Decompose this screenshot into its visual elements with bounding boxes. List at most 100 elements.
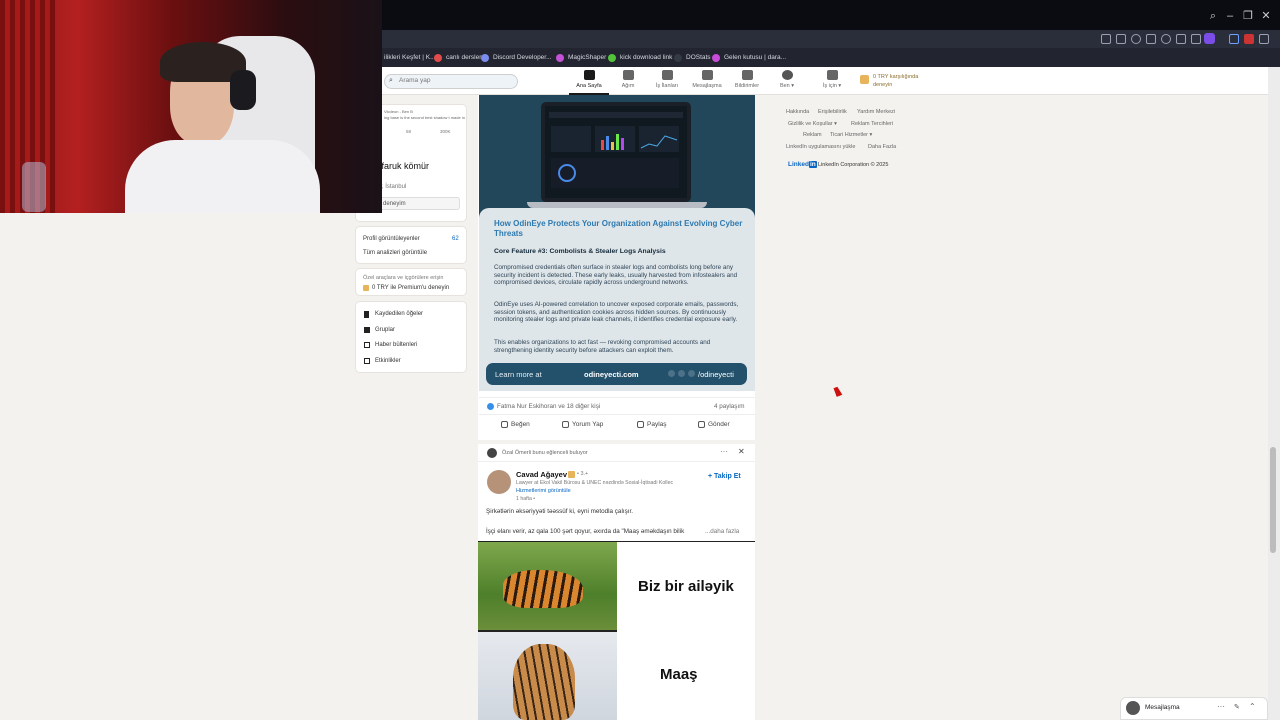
avatar-icon bbox=[781, 70, 793, 80]
bookmark-icon bbox=[364, 311, 369, 318]
compose-icon[interactable]: ✎ bbox=[1234, 703, 1240, 711]
message-icon bbox=[701, 70, 713, 80]
page-scrollbar[interactable] bbox=[1268, 67, 1280, 720]
shortcuts-card: Kaydedilen öğeler Gruplar Haber bültenle… bbox=[355, 301, 467, 373]
download-icon[interactable] bbox=[1176, 34, 1186, 44]
premium-try-link[interactable]: 0 TRY karşılığında deneyin bbox=[860, 73, 918, 89]
avatar bbox=[1126, 701, 1140, 715]
menu-icon[interactable] bbox=[1191, 34, 1201, 44]
screenshot-icon[interactable] bbox=[1101, 34, 1111, 44]
see-more-link[interactable]: ...daha fazla bbox=[705, 528, 739, 535]
saved-items-link[interactable]: Kaydedilen öğeler bbox=[375, 311, 423, 317]
nav-label: Ağım bbox=[621, 83, 635, 89]
tiger-image[interactable] bbox=[478, 542, 617, 630]
nav-notifications[interactable]: Bildirimler bbox=[727, 70, 767, 89]
camera-icon[interactable] bbox=[1116, 34, 1126, 44]
minimize-icon[interactable]: – bbox=[1223, 9, 1237, 23]
newsletter-icon bbox=[364, 342, 370, 348]
repost-button[interactable]: Paylaş bbox=[637, 421, 667, 428]
nav-messaging[interactable]: Mesajlaşma bbox=[687, 70, 727, 89]
bookmark-label: MagicShaper bbox=[568, 54, 607, 61]
send-button[interactable]: Gönder bbox=[698, 421, 730, 428]
thumbs-up-icon bbox=[501, 421, 508, 428]
search-input[interactable]: ⌕ Arama yap bbox=[384, 74, 518, 89]
bookmark-label: DOStats bbox=[686, 54, 711, 61]
like-reaction-icon bbox=[487, 403, 494, 410]
footer-link-more[interactable]: Daha Fazla bbox=[868, 144, 896, 150]
footer-link-accessibility[interactable]: Erişilebilirlik bbox=[818, 109, 847, 115]
close-icon[interactable]: ✕ bbox=[1259, 9, 1273, 23]
meme-caption: Maaş bbox=[660, 666, 698, 683]
footer-link-business[interactable]: Ticari Hizmetler ▾ bbox=[830, 132, 872, 138]
nav-label: Mesajlaşma bbox=[692, 83, 722, 89]
learn-more-banner[interactable]: Learn more at odineyecti.com /odineyecti bbox=[486, 363, 747, 385]
tiger-snow-image[interactable] bbox=[478, 632, 617, 720]
bookmark-item[interactable]: DOStats bbox=[674, 51, 711, 64]
ad-title: How OdinEye Protects Your Organization A… bbox=[494, 219, 743, 238]
premium-card: Özel araçlara ve içgörülere erişin 0 TRY… bbox=[355, 268, 467, 296]
analytics-link[interactable]: Tüm analizleri görüntüle bbox=[363, 250, 427, 256]
newsletters-link[interactable]: Haber bültenleri bbox=[375, 342, 417, 348]
footer-link-app[interactable]: LinkedIn uygulamasını yükle bbox=[786, 144, 855, 150]
more-options-icon[interactable]: ··· bbox=[720, 447, 728, 456]
scrollbar-thumb[interactable] bbox=[1270, 447, 1276, 553]
kick-icon bbox=[608, 53, 616, 62]
network-icon bbox=[622, 70, 634, 80]
like-button[interactable]: Beğen bbox=[501, 421, 530, 428]
settings-icon[interactable] bbox=[1131, 34, 1141, 44]
footer-link-ad-prefs[interactable]: Reklam Tercihleri bbox=[851, 121, 893, 127]
premium-cta-link[interactable]: 0 TRY ile Premium'u deneyin bbox=[372, 285, 449, 291]
nav-home[interactable]: Ana Sayfa bbox=[569, 70, 609, 89]
chevron-up-icon[interactable]: ⌃ bbox=[1249, 702, 1256, 711]
nav-me[interactable]: Ben ▾ bbox=[767, 70, 807, 89]
bookmark-favicon-icon bbox=[674, 53, 682, 62]
profile-mini-stat: 58 bbox=[406, 129, 412, 134]
vscode-extension-icon[interactable] bbox=[1229, 34, 1239, 44]
follow-button[interactable]: + Takip Et bbox=[708, 473, 741, 480]
search-icon[interactable]: ⌕ bbox=[1206, 9, 1220, 23]
nav-network[interactable]: Ağım bbox=[608, 70, 648, 89]
author-name[interactable]: Cavad Ağayev bbox=[516, 470, 567, 479]
play-icon[interactable] bbox=[1146, 34, 1156, 44]
tiger-shape bbox=[513, 644, 575, 720]
more-options-icon[interactable]: ··· bbox=[1217, 702, 1225, 711]
bookmark-item[interactable]: canlı dersler bbox=[434, 51, 481, 64]
services-link[interactable]: Hizmetlerimi görüntüle bbox=[516, 488, 571, 494]
extensions-puzzle-icon[interactable] bbox=[1259, 34, 1269, 44]
messaging-bar[interactable]: Mesajlaşma ··· ✎ ⌃ bbox=[1120, 697, 1268, 720]
bookmark-item[interactable]: ilikleri Keşfet | K... bbox=[384, 51, 436, 64]
reactions-summary[interactable]: Fatma Nur Eskihoran ve 18 diğer kişi bbox=[497, 403, 600, 410]
bookmark-item[interactable]: kick download link bbox=[608, 51, 672, 64]
bookmark-favicon-icon bbox=[434, 53, 442, 62]
divider bbox=[479, 397, 755, 398]
shares-count[interactable]: 4 paylaşım bbox=[714, 403, 744, 410]
footer-link-ads[interactable]: Reklam bbox=[803, 132, 822, 138]
extension-icon[interactable] bbox=[1244, 34, 1254, 44]
profile-viewers-label[interactable]: Profil görüntüleyenler bbox=[363, 236, 420, 242]
close-icon[interactable]: ✕ bbox=[738, 447, 745, 456]
footer-link-help[interactable]: Yardım Merkezi bbox=[857, 109, 895, 115]
profile-stats-card: Profil görüntüleyenler 62 Tüm analizleri… bbox=[355, 226, 467, 264]
social-icon bbox=[678, 370, 685, 377]
author-avatar[interactable] bbox=[487, 470, 511, 494]
social-icon bbox=[688, 370, 695, 377]
profile-name[interactable]: r faruk kömür bbox=[376, 161, 429, 171]
events-link[interactable]: Etkinlikler bbox=[375, 358, 401, 364]
bookmark-item[interactable]: MagicShaper bbox=[556, 51, 606, 64]
bookmark-label: kick download link bbox=[620, 54, 673, 61]
footer-link-about[interactable]: Hakkında bbox=[786, 109, 809, 115]
footer-link-privacy[interactable]: Gizlilik ve Koşullar ▾ bbox=[788, 121, 837, 127]
nav-label: Ana Sayfa bbox=[576, 83, 602, 89]
nav-jobs[interactable]: İş İlanları bbox=[647, 70, 687, 89]
bookmark-item[interactable]: Discord Developer... bbox=[481, 51, 552, 64]
restore-icon[interactable]: ❐ bbox=[1241, 9, 1255, 23]
groups-link[interactable]: Gruplar bbox=[375, 327, 395, 333]
heart-icon[interactable] bbox=[1161, 34, 1171, 44]
profile-mini-text: Vlcdeon - Ben B bbox=[384, 109, 413, 114]
comment-button[interactable]: Yorum Yap bbox=[562, 421, 603, 428]
profile-premium-button[interactable]: deneyim bbox=[374, 197, 460, 210]
bookmark-item[interactable]: Gelen kutusu | dara... bbox=[712, 51, 786, 64]
ad-image[interactable]: How OdinEye Protects Your Organization A… bbox=[479, 95, 755, 391]
nav-business[interactable]: İş için ▾ bbox=[812, 70, 852, 89]
profile-extension-icon[interactable] bbox=[1204, 33, 1215, 44]
